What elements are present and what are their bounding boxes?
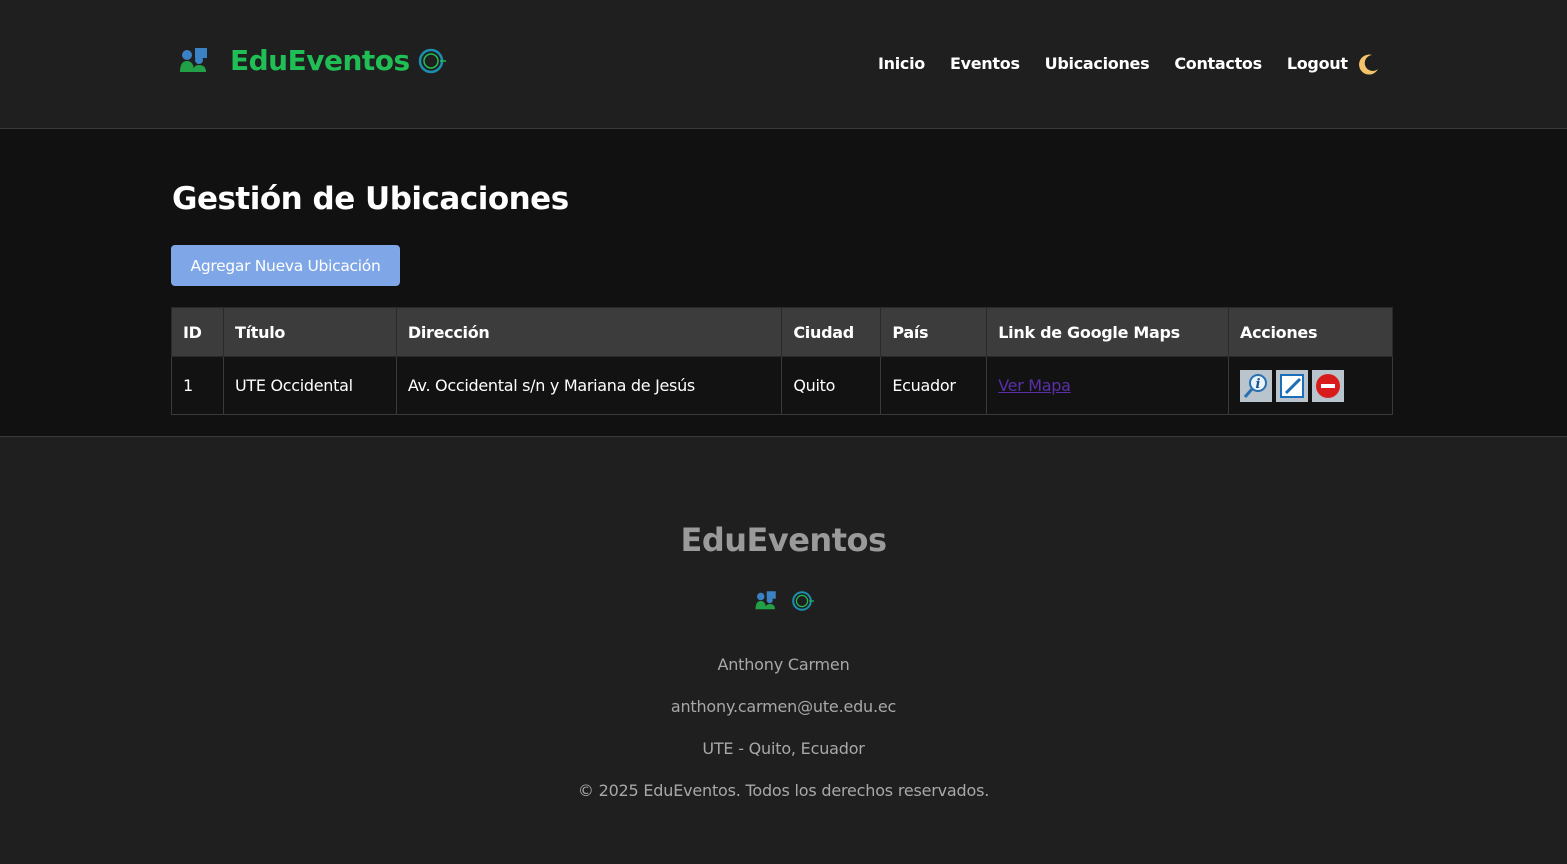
add-location-button[interactable]: Agregar Nueva Ubicación bbox=[171, 245, 400, 286]
cell-ciudad: Quito bbox=[781, 356, 882, 415]
brand[interactable]: EduEventos bbox=[178, 44, 446, 77]
cell-titulo: UTE Occidental bbox=[222, 356, 397, 415]
header-acciones: Acciones bbox=[1228, 307, 1393, 357]
header-titulo: Título bbox=[222, 307, 397, 357]
cell-link: Ver Mapa bbox=[986, 356, 1229, 415]
nav-ubicaciones[interactable]: Ubicaciones bbox=[1045, 54, 1150, 73]
edit-icon bbox=[1280, 373, 1304, 398]
main-content: Gestión de Ubicaciones Agregar Nueva Ubi… bbox=[0, 129, 1567, 437]
nav-contactos[interactable]: Contactos bbox=[1174, 54, 1262, 73]
navbar: EduEventos Inicio Eventos Ubicaciones Co… bbox=[0, 0, 1567, 129]
ute-logo-icon bbox=[418, 48, 446, 73]
cell-direccion: Av. Occidental s/n y Mariana de Jesús bbox=[395, 356, 783, 415]
main-nav: Inicio Eventos Ubicaciones Contactos Log… bbox=[878, 54, 1348, 73]
ute-logo-icon bbox=[791, 591, 814, 611]
table-row: 1 UTE Occidental Av. Occidental s/n y Ma… bbox=[171, 356, 1393, 415]
nav-eventos[interactable]: Eventos bbox=[950, 54, 1020, 73]
nav-logout[interactable]: Logout bbox=[1287, 54, 1348, 73]
footer-title: EduEventos bbox=[680, 521, 887, 559]
page-title: Gestión de Ubicaciones bbox=[172, 181, 569, 217]
header-link: Link de Google Maps bbox=[986, 307, 1229, 357]
header-pais: País bbox=[880, 307, 988, 357]
footer-copyright: © 2025 EduEventos. Todos los derechos re… bbox=[577, 781, 990, 800]
header-ciudad: Ciudad bbox=[781, 307, 882, 357]
nav-inicio[interactable]: Inicio bbox=[878, 54, 925, 73]
locations-table: ID Título Dirección Ciudad País Link de … bbox=[171, 307, 1393, 415]
moon-icon[interactable] bbox=[1355, 52, 1381, 78]
footer-author: Anthony Carmen bbox=[717, 655, 850, 674]
edit-button[interactable] bbox=[1276, 369, 1308, 402]
cell-actions: i bbox=[1228, 356, 1393, 415]
brand-name: EduEventos bbox=[230, 44, 410, 77]
cell-id: 1 bbox=[171, 356, 224, 415]
table-header-row: ID Título Dirección Ciudad País Link de … bbox=[171, 307, 1393, 357]
delete-button[interactable] bbox=[1312, 369, 1344, 402]
footer-logos bbox=[0, 589, 1567, 613]
footer-location: UTE - Quito, Ecuador bbox=[702, 739, 865, 758]
people-logo-icon bbox=[755, 591, 776, 610]
view-icon: i bbox=[1243, 373, 1267, 398]
delete-icon bbox=[1316, 373, 1340, 398]
header-id: ID bbox=[171, 307, 224, 357]
view-button[interactable]: i bbox=[1240, 369, 1272, 402]
map-link[interactable]: Ver Mapa bbox=[998, 376, 1071, 395]
footer-email: anthony.carmen@ute.edu.ec bbox=[670, 697, 897, 716]
people-logo-icon bbox=[180, 47, 207, 72]
header-direccion: Dirección bbox=[395, 307, 783, 357]
footer: EduEventos Anthony Carmen anthony.carmen… bbox=[0, 437, 1567, 864]
cell-pais: Ecuador bbox=[880, 356, 988, 415]
svg-text:i: i bbox=[1256, 377, 1261, 392]
